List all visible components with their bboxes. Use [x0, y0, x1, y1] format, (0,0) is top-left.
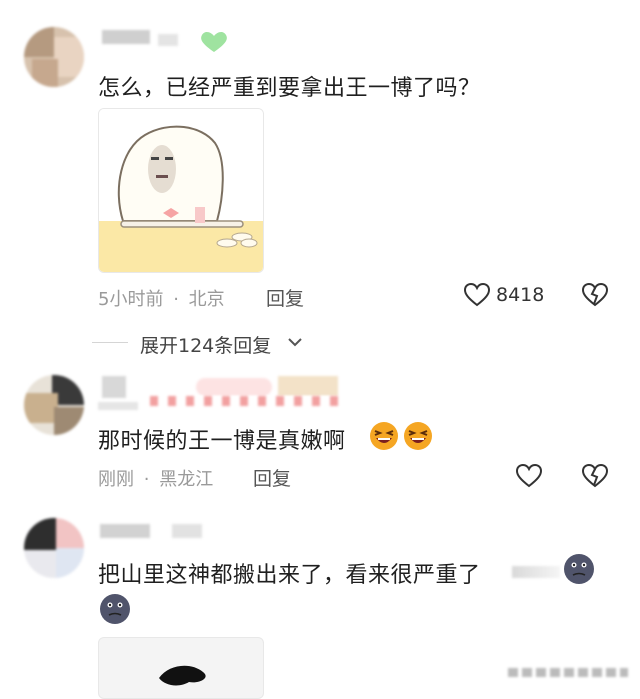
- avatar[interactable]: [24, 27, 84, 87]
- avatar[interactable]: [24, 375, 84, 435]
- comment-time: 5小时前: [98, 289, 164, 310]
- watermark-blurred: [508, 668, 628, 677]
- heart-badge-icon: [201, 32, 227, 52]
- username-blurred[interactable]: [100, 524, 150, 538]
- comment-text: 怎么，已经严重到要拿出王一博了吗？: [98, 76, 481, 101]
- meme-illustration: [99, 109, 263, 272]
- username-blurred-part: [172, 524, 202, 538]
- meme-image[interactable]: [98, 108, 264, 273]
- expand-replies-label: 展开124条回复: [140, 335, 272, 357]
- username-blurred[interactable]: [102, 30, 150, 44]
- comment-meta: 5小时前 · 北京: [98, 285, 225, 311]
- username-blurred-part: [158, 34, 178, 46]
- comment-text-body: 那时候的王一博是真嫩啊: [98, 429, 346, 454]
- laughing-emoji-icon: [370, 422, 398, 450]
- comment-location: 北京: [188, 289, 225, 310]
- badge-blurred-hearts: [150, 396, 346, 406]
- badge-blurred: [196, 378, 272, 396]
- username-blurred-part: [98, 402, 138, 410]
- meta-separator: ·: [143, 469, 150, 490]
- comment-time: 刚刚: [98, 469, 134, 490]
- comment-text: 那时候的王一博是真嫩啊: [98, 423, 346, 455]
- dark-face-emoji-icon: [100, 594, 130, 624]
- avatar[interactable]: [24, 518, 84, 578]
- image-partial: [159, 665, 206, 686]
- text-blurred: [512, 566, 560, 578]
- badge-blurred-part: [278, 376, 338, 396]
- comment-image[interactable]: [98, 637, 264, 699]
- meta-separator: ·: [173, 289, 179, 310]
- reply-button[interactable]: 回复: [253, 464, 291, 491]
- dark-face-emoji-icon: [564, 554, 594, 584]
- comment-text: 把山里这神都搬出来了，看来很严重了: [98, 557, 481, 589]
- like-count: 8418: [496, 284, 545, 306]
- heart-broken-icon[interactable]: [581, 463, 609, 489]
- expand-divider: [92, 342, 128, 343]
- username-blurred[interactable]: [102, 376, 126, 398]
- heart-icon[interactable]: [463, 282, 491, 308]
- laughing-emoji-icon: [404, 422, 432, 450]
- reply-button[interactable]: 回复: [266, 284, 304, 311]
- heart-icon[interactable]: [515, 463, 543, 489]
- comment-location: 黑龙江: [159, 469, 214, 490]
- expand-replies-button[interactable]: 展开124条回复: [140, 331, 271, 358]
- comment-text-body: 把山里这神都搬出来了，看来很严重了: [98, 563, 481, 588]
- heart-broken-icon[interactable]: [581, 282, 609, 308]
- chevron-down-icon: [288, 338, 302, 347]
- comment-meta: 刚刚 · 黑龙江: [98, 465, 213, 491]
